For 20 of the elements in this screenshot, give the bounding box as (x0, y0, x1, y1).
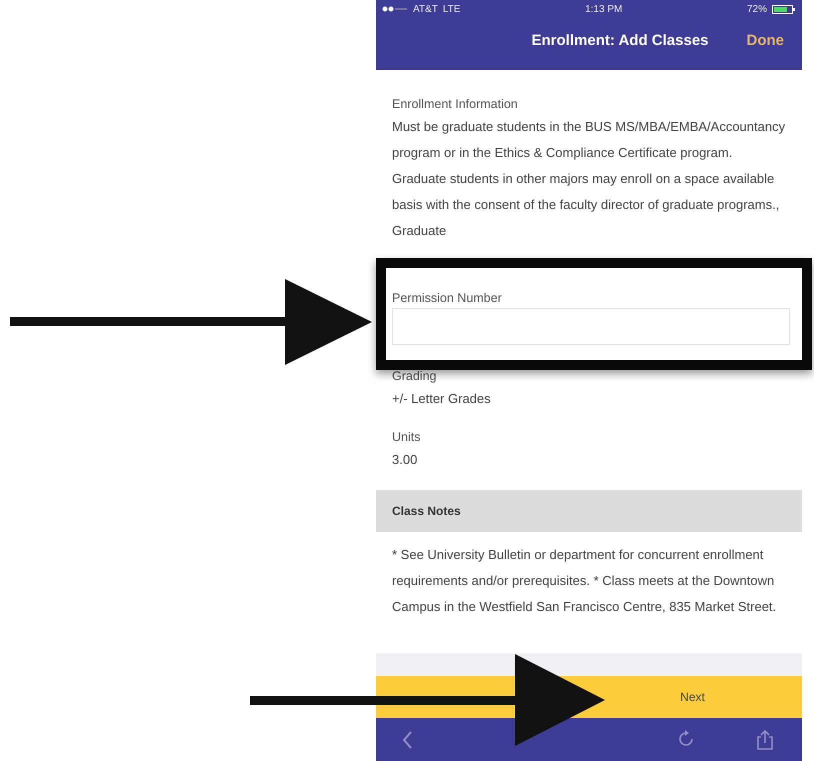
field-value: 3.00 (392, 451, 418, 469)
screen-title: Enrollment: Add Classes (532, 32, 708, 48)
carrier-name: AT&T (413, 4, 438, 14)
field-label: Units (392, 429, 422, 446)
network-type: LTE (442, 4, 460, 14)
field-value: +/- Letter Grades (392, 390, 492, 408)
field-value: Must be graduate students in the BUS MS/MBA/EMBA/Accountancy program or in the Ethics & Compliance Certificate program. Graduate students in other majors may enroll on a space available basis with the consent of the faculty director of graduate programs., Graduate (392, 118, 786, 240)
next-button[interactable]: Next (583, 676, 802, 718)
clock: 1:13 PM (585, 4, 622, 14)
done-button[interactable]: Done (746, 32, 784, 48)
battery-percent: 72% (746, 4, 767, 14)
notes-text: * See University Bulletin or department for concurrent enrollment requirements and/or prerequisites. * Class meets at the Downtown Campus in the Westfield San Francisco Centre, 835 Market Street. (391, 546, 778, 616)
battery-icon (772, 4, 796, 14)
signal-icon (382, 6, 408, 12)
share-icon[interactable] (754, 728, 776, 750)
field-label: Grading (392, 368, 438, 385)
input-field[interactable] (392, 308, 790, 345)
section-header: Class Notes (376, 490, 802, 532)
field-label: Permission Number (392, 290, 503, 307)
field-label: Enrollment Information (392, 96, 519, 113)
